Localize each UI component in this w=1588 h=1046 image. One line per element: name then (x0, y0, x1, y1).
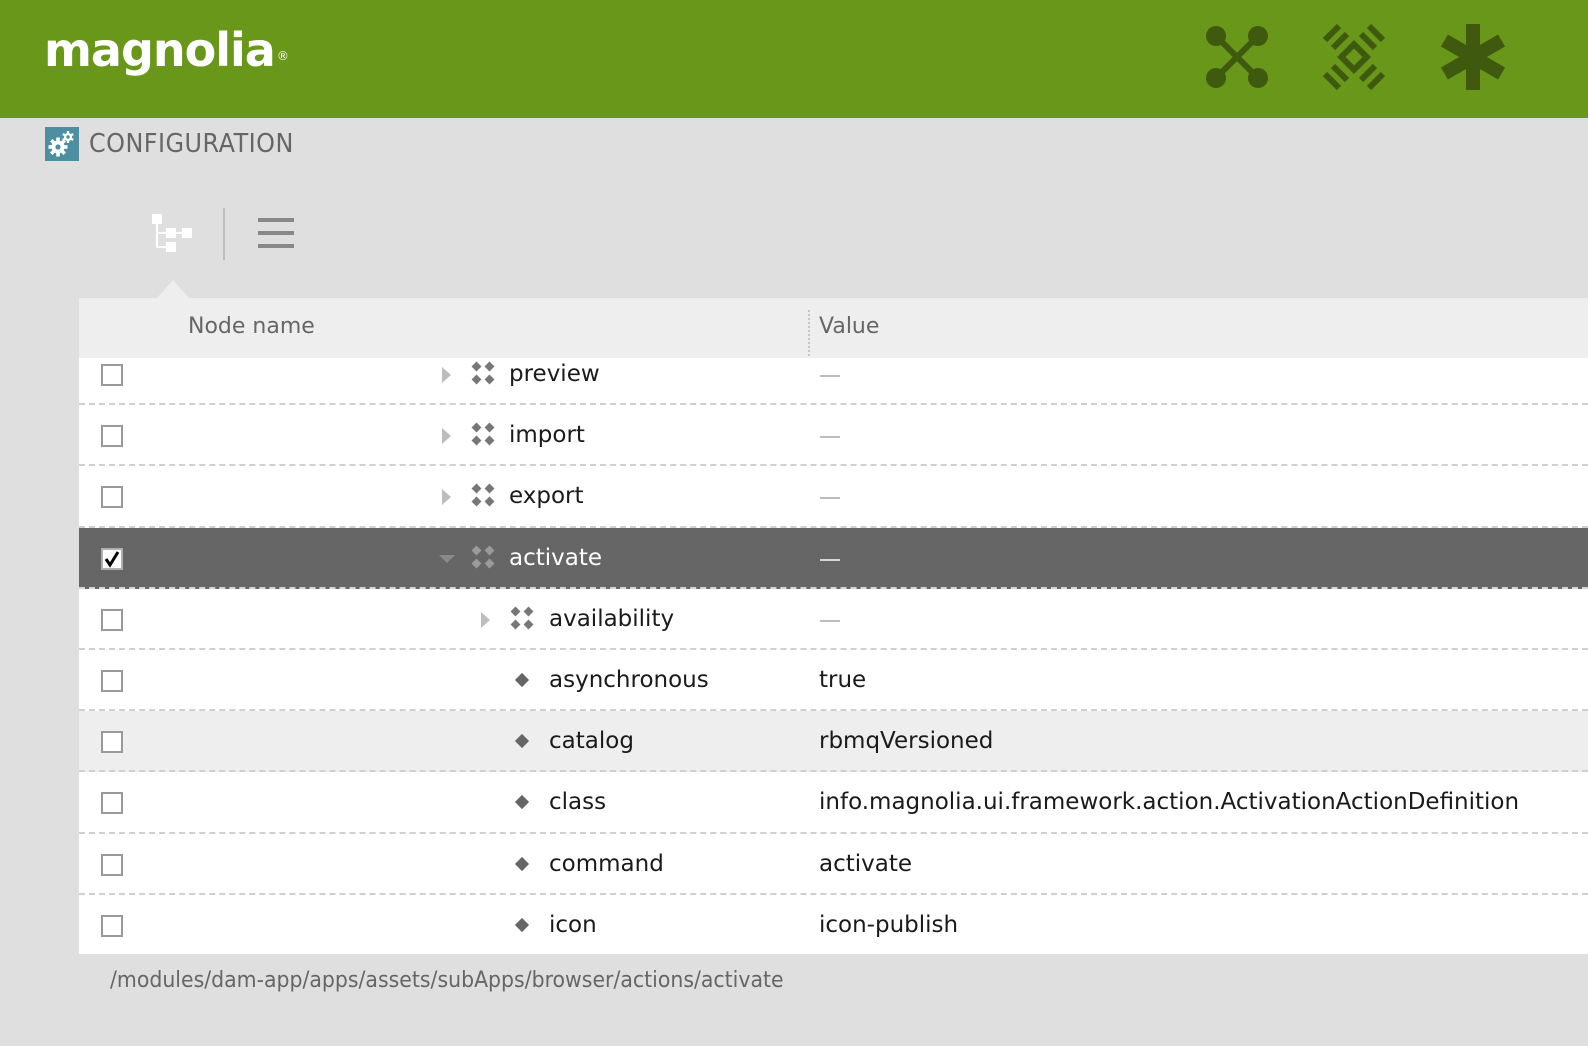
property-diamond-icon (514, 794, 530, 810)
gears-icon (45, 127, 79, 161)
table-row[interactable]: icon icon-publish (79, 895, 1588, 954)
row-checkbox[interactable] (101, 914, 123, 937)
table-row[interactable]: import (79, 405, 1588, 467)
node-folder-icon (470, 544, 496, 570)
table-row[interactable]: preview (79, 344, 1588, 406)
tree-grid: Node name Value preview import export activ… (79, 298, 1588, 954)
app-header: CONFIGURATION (45, 127, 312, 161)
grid-rows: preview import export activate availability a… (79, 358, 1588, 954)
registered-mark: ® (276, 49, 289, 63)
node-value: true (819, 666, 867, 693)
expand-arrow-icon[interactable] (440, 366, 454, 384)
view-switcher (148, 206, 308, 262)
magnolia-logo[interactable]: magnolia ® (44, 22, 289, 78)
row-checkbox[interactable] (101, 364, 123, 386)
node-folder-icon (470, 360, 496, 386)
node-name: icon (549, 911, 597, 938)
row-checkbox[interactable] (101, 669, 123, 692)
table-row[interactable]: activate (79, 527, 1588, 589)
node-folder-icon (470, 421, 496, 447)
node-name: catalog (549, 728, 634, 755)
view-separator (223, 208, 225, 260)
node-folder-icon (470, 482, 496, 508)
favorites-icon[interactable] (1440, 24, 1506, 90)
node-path: /modules/dam-app/apps/assets/subApps/bro… (110, 968, 784, 993)
node-name: command (549, 850, 664, 877)
node-name: export (509, 483, 584, 510)
table-row[interactable]: availability (79, 589, 1588, 650)
node-folder-icon (509, 605, 535, 631)
row-checkbox[interactable] (101, 608, 123, 631)
table-row[interactable]: export (79, 466, 1588, 528)
node-value: icon-publish (819, 911, 959, 938)
active-view-indicator (157, 280, 189, 298)
checkmark-icon (104, 550, 120, 568)
node-name: availability (549, 605, 675, 632)
node-name: import (509, 422, 585, 449)
top-bar: magnolia ® (0, 0, 1588, 118)
empty-value-dash (820, 436, 840, 439)
list-view-icon[interactable] (258, 218, 294, 248)
row-checkbox[interactable] (101, 486, 123, 509)
pulse-icon[interactable] (1321, 24, 1387, 90)
empty-value-dash (820, 497, 840, 500)
logo-text: magnolia (44, 23, 276, 77)
node-value: rbmqVersioned (819, 728, 994, 755)
column-header-node-name[interactable]: Node name (188, 312, 315, 342)
property-diamond-icon (514, 856, 530, 872)
expand-arrow-icon[interactable] (440, 427, 454, 445)
property-diamond-icon (514, 672, 530, 688)
node-name: class (549, 789, 607, 816)
property-diamond-icon (514, 733, 530, 749)
node-name: activate (509, 544, 603, 571)
node-value: info.magnolia.ui.framework.action.Activa… (819, 789, 1520, 816)
row-checkbox[interactable] (101, 731, 123, 754)
empty-value-dash (820, 619, 840, 622)
empty-value-dash (820, 375, 840, 377)
expand-arrow-icon[interactable] (479, 611, 493, 629)
column-header-value[interactable]: Value (819, 312, 879, 342)
row-checkbox[interactable] (101, 792, 123, 815)
row-checkbox[interactable] (101, 425, 123, 448)
property-diamond-icon (514, 917, 530, 933)
row-checkbox[interactable] (101, 547, 123, 570)
node-value: activate (819, 850, 913, 877)
collapse-arrow-icon[interactable] (438, 550, 455, 568)
expand-arrow-icon[interactable] (440, 488, 454, 506)
table-row[interactable]: catalog rbmqVersioned (79, 711, 1588, 773)
table-row[interactable]: command activate (79, 834, 1588, 895)
node-name: preview (509, 361, 600, 387)
apps-icon[interactable] (1204, 24, 1270, 90)
table-row[interactable]: class info.magnolia.ui.framework.action.A… (79, 772, 1588, 834)
app-title: CONFIGURATION (89, 129, 294, 159)
table-row[interactable]: asynchronous true (79, 650, 1588, 712)
tree-view-icon[interactable] (150, 212, 194, 254)
empty-value-dash (820, 558, 840, 561)
node-name: asynchronous (549, 666, 709, 693)
row-checkbox[interactable] (101, 853, 123, 876)
